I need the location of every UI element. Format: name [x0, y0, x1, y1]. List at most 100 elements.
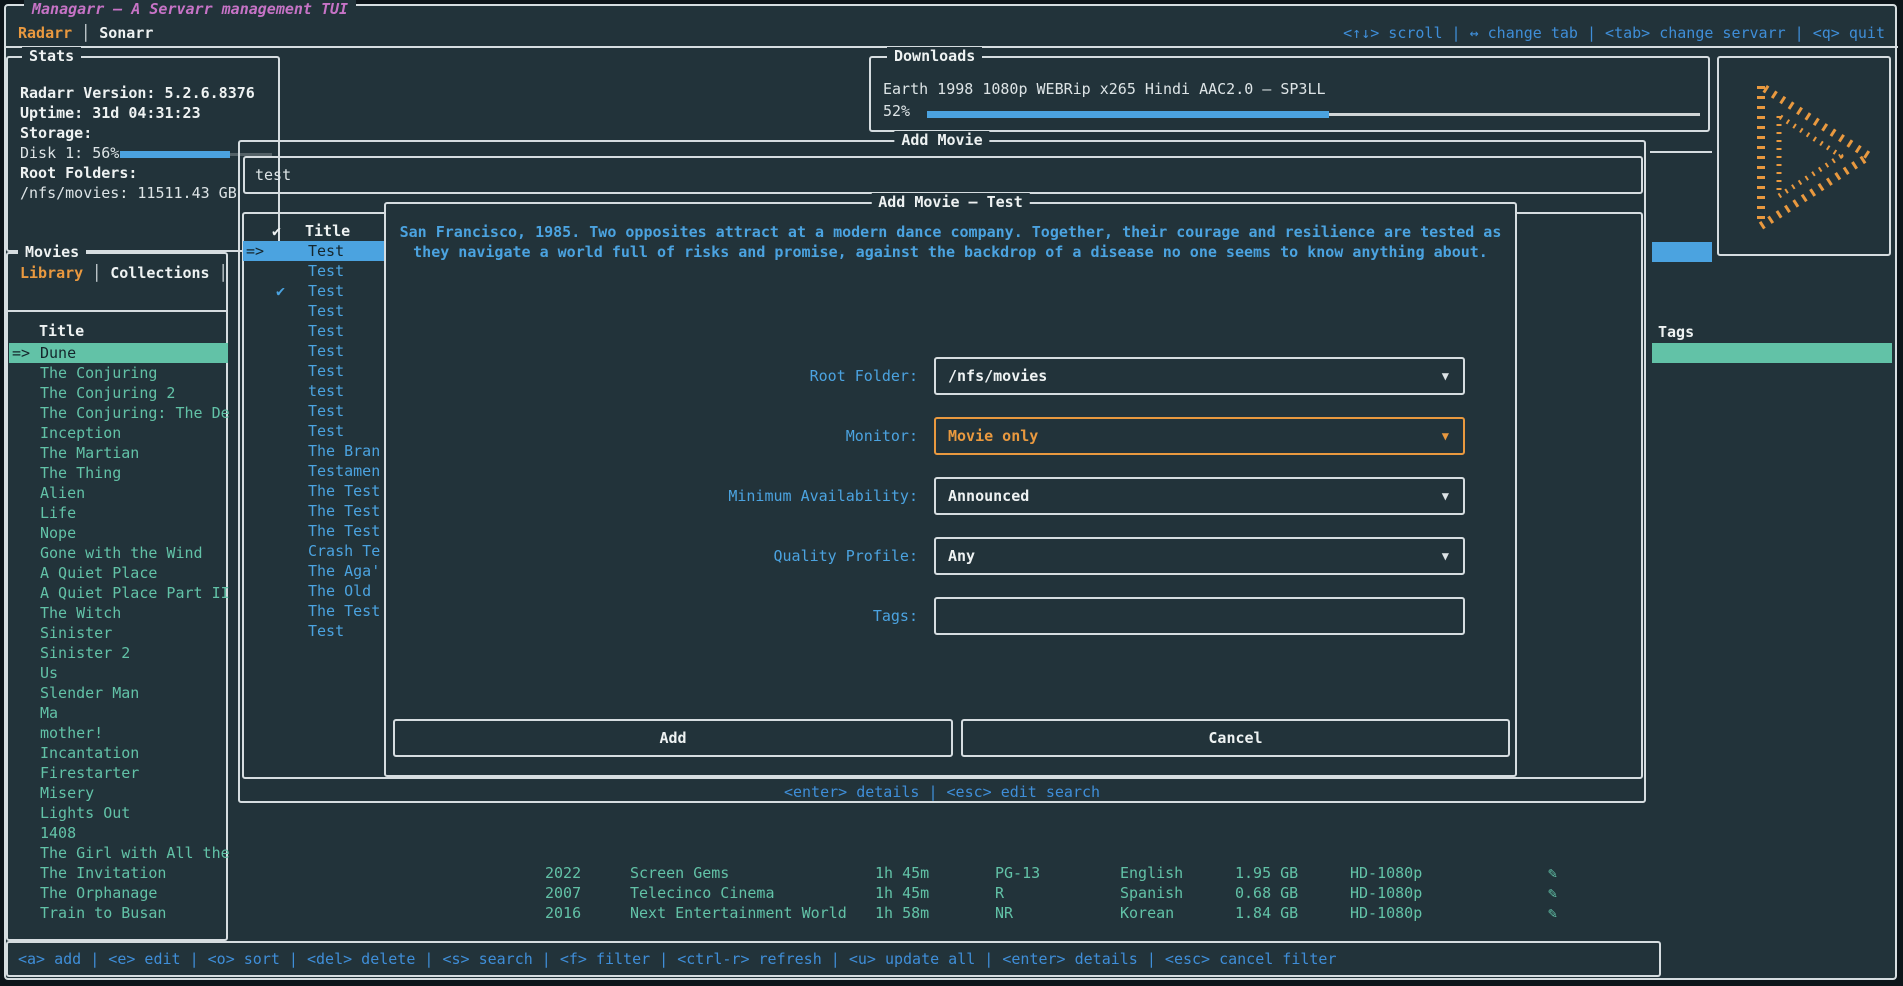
field-dropdown[interactable]: /nfs/movies ▼ [934, 357, 1465, 395]
search-result-row[interactable]: test [243, 381, 384, 401]
result-title: The Aga' [308, 561, 380, 581]
search-result-row[interactable]: Test [243, 401, 384, 421]
movie-row[interactable]: Misery [9, 783, 228, 803]
managarr-screen: Managarr – A Servarr management TUI Rada… [0, 0, 1903, 986]
result-title: Testamen [308, 461, 380, 481]
tab-separator: │ [72, 24, 99, 42]
movie-row[interactable]: The Martian [9, 443, 228, 463]
movie-row[interactable]: The Conjuring: The De [9, 403, 228, 423]
search-result-row[interactable]: Test [243, 301, 384, 321]
tab-library[interactable]: Library [20, 264, 83, 282]
movie-language: Spanish [1120, 883, 1183, 903]
tab-sonarr[interactable]: Sonarr [99, 24, 153, 42]
search-result-row[interactable]: Test [243, 341, 384, 361]
movie-year: 2007 [545, 883, 581, 903]
movie-row[interactable]: The Conjuring 2 [9, 383, 228, 403]
movie-row[interactable]: Ma [9, 703, 228, 723]
result-title: Test [308, 321, 344, 341]
field-dropdown[interactable]: Any ▼ [934, 537, 1465, 575]
search-result-row[interactable]: Test [243, 621, 384, 641]
result-title: Test [308, 241, 344, 261]
edit-pencil-icon[interactable]: ✎ [1548, 903, 1557, 923]
search-result-row[interactable]: Test [243, 321, 384, 341]
stats-title: Stats [22, 47, 81, 65]
movie-rating: R [995, 883, 1004, 903]
movie-title: mother! [40, 723, 103, 743]
search-result-row[interactable]: Test [243, 361, 384, 381]
search-result-row[interactable]: Testamen [243, 461, 384, 481]
search-input-value: test [255, 158, 291, 192]
search-result-row[interactable]: The Old [243, 581, 384, 601]
movie-row[interactable]: Gone with the Wind [9, 543, 228, 563]
search-result-row[interactable]: Crash Te [243, 541, 384, 561]
edit-pencil-icon[interactable]: ✎ [1548, 863, 1557, 883]
movie-row[interactable]: Nope [9, 523, 228, 543]
field-dropdown[interactable]: Movie only ▼ [934, 417, 1465, 455]
add-button[interactable]: Add [393, 719, 953, 757]
result-title: The Bran [308, 441, 380, 461]
movie-row[interactable]: Incantation [9, 743, 228, 763]
search-result-row[interactable]: The Test [243, 521, 384, 541]
search-result-row[interactable]: Test [243, 421, 384, 441]
search-result-row[interactable]: => Test [243, 241, 384, 261]
footer-keybinds: <a> add | <e> edit | <o> sort | <del> de… [18, 943, 1337, 975]
search-result-row[interactable]: ✔ Test [243, 281, 384, 301]
movie-language: English [1120, 863, 1183, 883]
form-row: Tags: [386, 597, 1515, 657]
field-dropdown[interactable] [934, 597, 1465, 635]
field-label: Minimum Availability: [466, 477, 918, 515]
search-result-row[interactable]: The Test [243, 501, 384, 521]
movie-row[interactable]: Alien [9, 483, 228, 503]
title-column-header: Title [305, 221, 350, 241]
search-result-row[interactable]: The Test [243, 601, 384, 621]
search-result-row[interactable]: Test [243, 261, 384, 281]
selection-arrow: => [12, 343, 30, 363]
edit-pencil-icon[interactable]: ✎ [1548, 883, 1557, 903]
movie-language: Korean [1120, 903, 1174, 923]
movie-runtime: 1h 45m [875, 863, 929, 883]
movie-size: 0.68 GB [1235, 883, 1298, 903]
movie-row[interactable]: 1408 [9, 823, 228, 843]
cancel-button[interactable]: Cancel [961, 719, 1510, 757]
movie-row[interactable]: A Quiet Place [9, 563, 228, 583]
movie-row[interactable]: The Thing [9, 463, 228, 483]
field-value: /nfs/movies [948, 359, 1047, 393]
tags-column-header: Tags [1658, 322, 1694, 342]
movie-title: The Conjuring [40, 363, 157, 383]
movie-title: The Witch [40, 603, 121, 623]
result-title: Crash Te [308, 541, 380, 561]
uptime: Uptime: 31d 04:31:23 [20, 104, 201, 122]
movie-title: Gone with the Wind [40, 543, 203, 563]
search-result-row[interactable]: The Test [243, 481, 384, 501]
movie-row[interactable]: The Witch [9, 603, 228, 623]
storage-label: Storage: [20, 124, 92, 142]
movie-row[interactable]: Firestarter [9, 763, 228, 783]
movie-row[interactable]: The Conjuring [9, 363, 228, 383]
movie-row[interactable]: The Girl with All the [9, 843, 228, 863]
downloads-panel: Downloads Earth 1998 1080p WEBRip x265 H… [869, 56, 1710, 132]
field-dropdown[interactable]: Announced ▼ [934, 477, 1465, 515]
disk-usage: Disk 1: 56% [20, 144, 119, 162]
tab-radarr[interactable]: Radarr [18, 24, 72, 42]
movie-row[interactable]: Lights Out [9, 803, 228, 823]
movie-title: The Conjuring 2 [40, 383, 175, 403]
search-result-row[interactable]: The Aga' [243, 561, 384, 581]
movie-row[interactable]: Sinister [9, 623, 228, 643]
movie-row[interactable]: A Quiet Place Part II [9, 583, 228, 603]
movie-row[interactable]: Sinister 2 [9, 643, 228, 663]
result-title: The Test [308, 601, 380, 621]
search-result-row[interactable]: The Bran [243, 441, 384, 461]
movie-row[interactable]: Inception [9, 423, 228, 443]
form-row: Monitor: Movie only ▼ [386, 417, 1515, 477]
result-title: test [308, 381, 344, 401]
movie-row[interactable]: Life [9, 503, 228, 523]
movie-search-input[interactable]: test [243, 156, 1643, 194]
field-label: Quality Profile: [466, 537, 918, 575]
movie-row[interactable]: Us [9, 663, 228, 683]
chevron-down-icon: ▼ [1442, 479, 1449, 513]
movie-row[interactable]: => Dune [9, 343, 228, 363]
movie-row[interactable]: mother! [9, 723, 228, 743]
radarr-version: Radarr Version: 5.2.6.8376 [20, 84, 255, 102]
tab-collections[interactable]: Collections [110, 264, 209, 282]
movie-row[interactable]: Slender Man [9, 683, 228, 703]
